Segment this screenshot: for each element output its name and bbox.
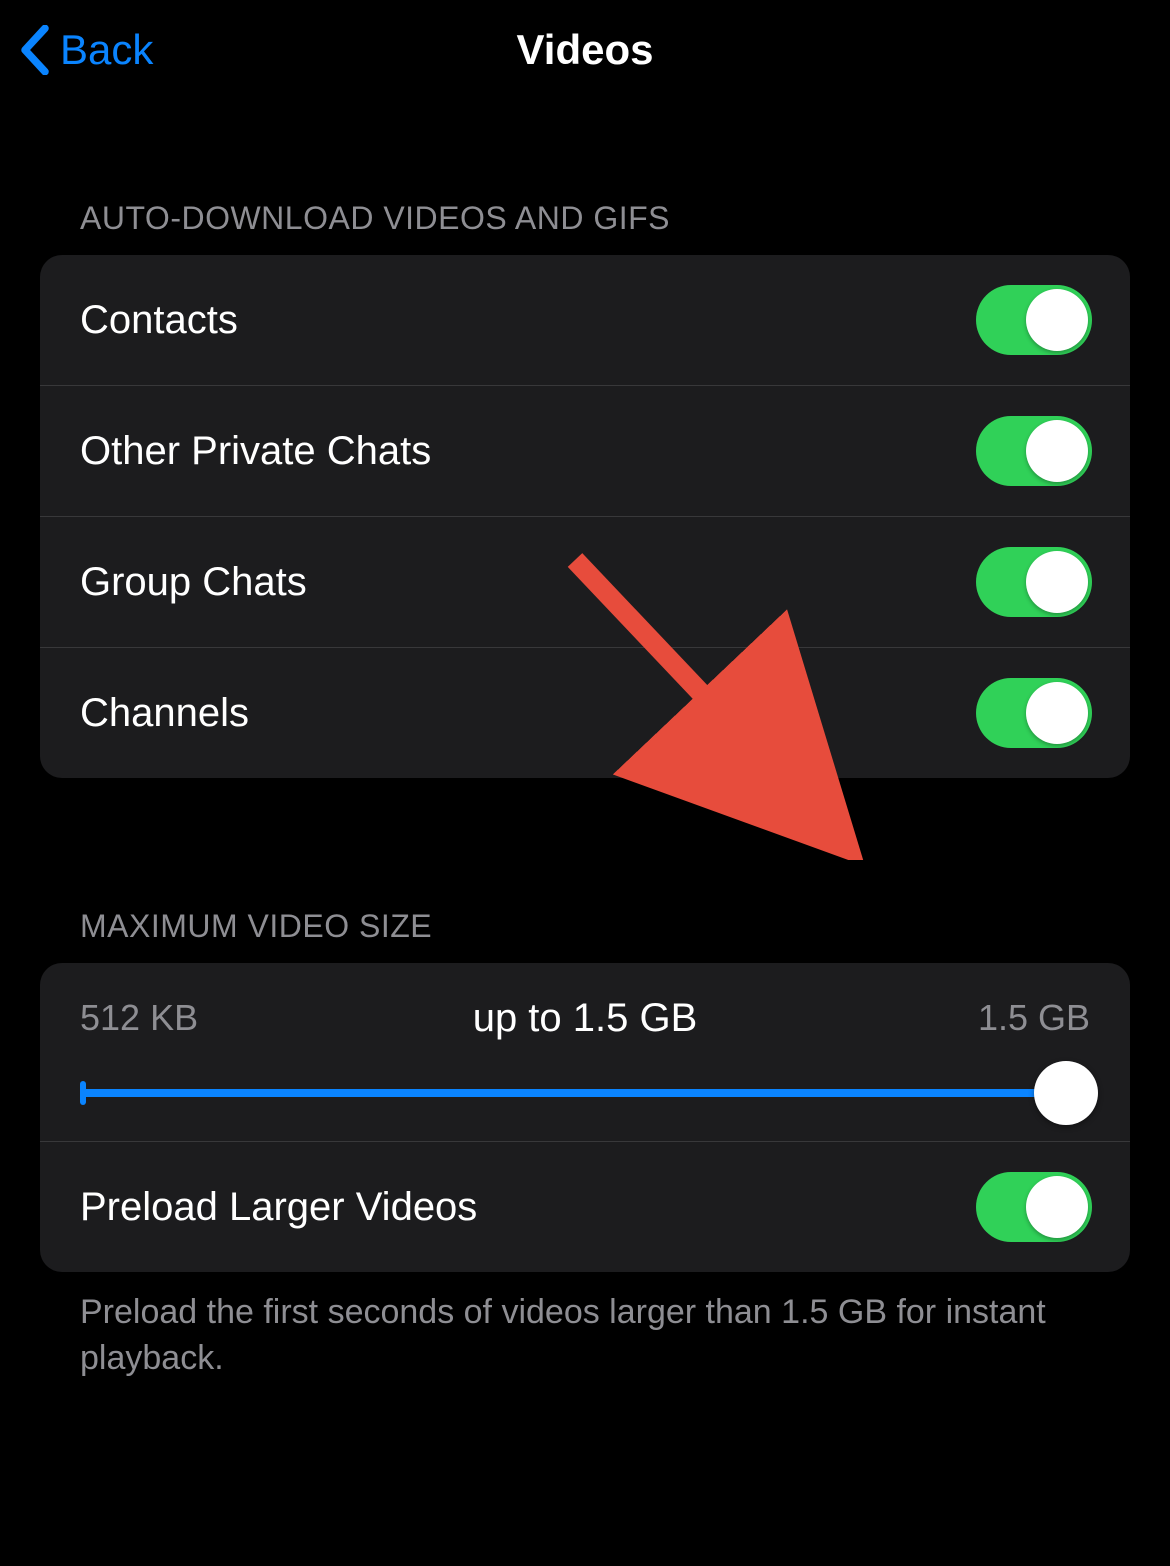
row-other-private-label: Other Private Chats — [80, 429, 431, 474]
back-button-label: Back — [60, 26, 153, 74]
toggle-other-private[interactable] — [976, 416, 1092, 486]
toggle-knob — [1026, 682, 1088, 744]
toggle-preload[interactable] — [976, 1172, 1092, 1242]
slider-tick-start — [80, 1081, 86, 1105]
row-group-chats-label: Group Chats — [80, 560, 307, 605]
toggle-knob — [1026, 1176, 1088, 1238]
slider[interactable] — [40, 1039, 1130, 1141]
chevron-left-icon — [20, 25, 50, 75]
section-header-autodownload: AUTO-DOWNLOAD VIDEOS AND GIFS — [0, 200, 1170, 255]
row-group-chats: Group Chats — [40, 516, 1130, 647]
maxsize-group: 512 KB up to 1.5 GB 1.5 GB Preload Large… — [40, 963, 1130, 1272]
back-button[interactable]: Back — [20, 25, 153, 75]
row-contacts: Contacts — [40, 255, 1130, 385]
slider-max-label: 1.5 GB — [978, 997, 1090, 1039]
toggle-knob — [1026, 551, 1088, 613]
row-channels: Channels — [40, 647, 1130, 778]
toggle-contacts[interactable] — [976, 285, 1092, 355]
slider-thumb[interactable] — [1034, 1061, 1098, 1125]
slider-labels: 512 KB up to 1.5 GB 1.5 GB — [40, 963, 1130, 1039]
section-header-maxsize: MAXIMUM VIDEO SIZE — [0, 908, 1170, 963]
row-contacts-label: Contacts — [80, 298, 238, 343]
row-other-private: Other Private Chats — [40, 385, 1130, 516]
slider-min-label: 512 KB — [80, 997, 198, 1039]
navigation-bar: Back Videos — [0, 0, 1170, 100]
toggle-channels[interactable] — [976, 678, 1092, 748]
row-channels-label: Channels — [80, 691, 249, 736]
toggle-group-chats[interactable] — [976, 547, 1092, 617]
page-title: Videos — [517, 26, 654, 74]
slider-track — [80, 1089, 1090, 1097]
toggle-knob — [1026, 420, 1088, 482]
row-preload: Preload Larger Videos — [40, 1142, 1130, 1272]
toggle-knob — [1026, 289, 1088, 351]
autodownload-group: Contacts Other Private Chats Group Chats… — [40, 255, 1130, 778]
maxsize-footer: Preload the first seconds of videos larg… — [0, 1272, 1170, 1382]
row-preload-label: Preload Larger Videos — [80, 1185, 477, 1230]
slider-current-label: up to 1.5 GB — [473, 996, 698, 1041]
